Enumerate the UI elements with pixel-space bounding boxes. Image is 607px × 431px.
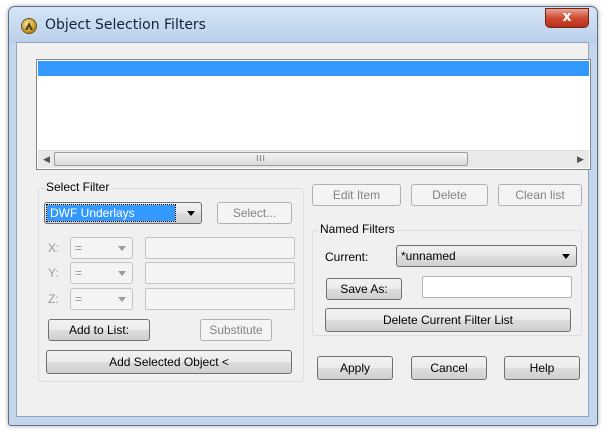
x-operator-value: =	[75, 241, 83, 255]
delete-button[interactable]: Delete	[411, 184, 488, 206]
delete-current-filter-list-button[interactable]: Delete Current Filter List	[325, 308, 571, 332]
current-filter-value: *unnamed	[401, 249, 456, 263]
title-bar[interactable]: Object Selection Filters x	[9, 7, 597, 43]
x-value-field[interactable]	[145, 237, 295, 259]
scroll-thumb-grip: III	[256, 154, 266, 163]
filter-type-dropdown[interactable]: DWF Underlays	[44, 202, 202, 224]
cancel-button[interactable]: Cancel	[411, 356, 487, 380]
save-as-button[interactable]: Save As:	[326, 278, 402, 300]
substitute-label: Substitute	[209, 323, 263, 337]
list-selected-row[interactable]	[38, 61, 589, 76]
substitute-button[interactable]: Substitute	[200, 319, 272, 341]
delete-current-filter-list-label: Delete Current Filter List	[382, 313, 514, 327]
delete-label: Delete	[432, 188, 467, 202]
scroll-left-icon[interactable]: ◀	[38, 151, 55, 168]
scroll-thumb[interactable]: III	[54, 152, 468, 166]
z-operator-value: =	[75, 292, 83, 306]
y-axis-label: Y:	[48, 266, 59, 280]
select-button[interactable]: Select...	[217, 202, 292, 224]
filter-list[interactable]: ◀ III ▶	[36, 59, 591, 170]
z-operator-dropdown[interactable]: =	[70, 288, 133, 310]
y-operator-dropdown[interactable]: =	[70, 262, 133, 284]
y-value-field[interactable]	[145, 262, 295, 284]
z-axis-label: Z:	[48, 292, 59, 306]
add-to-list-label: Add to List:	[68, 323, 130, 337]
chevron-down-icon	[562, 254, 570, 259]
clean-list-button[interactable]: Clean list	[498, 184, 582, 206]
close-button[interactable]: x	[545, 8, 589, 28]
chevron-down-icon	[187, 211, 195, 216]
help-button[interactable]: Help	[504, 356, 580, 380]
help-label: Help	[529, 361, 555, 375]
window-title: Object Selection Filters	[45, 17, 206, 33]
save-as-name-field[interactable]	[422, 276, 572, 298]
edit-item-button[interactable]: Edit Item	[312, 184, 401, 206]
add-to-list-button[interactable]: Add to List:	[48, 319, 150, 341]
named-filters-label: Named Filters	[318, 222, 397, 236]
apply-button[interactable]: Apply	[317, 356, 393, 380]
clean-list-label: Clean list	[515, 188, 565, 202]
chevron-down-icon	[118, 246, 126, 251]
select-filter-label: Select Filter	[44, 180, 112, 194]
apply-label: Apply	[339, 361, 371, 375]
current-filter-dropdown[interactable]: *unnamed	[396, 245, 577, 267]
edit-item-label: Edit Item	[332, 188, 381, 202]
x-axis-label: X:	[48, 241, 60, 255]
scroll-right-icon[interactable]: ▶	[572, 151, 589, 168]
y-operator-value: =	[75, 266, 83, 280]
cancel-label: Cancel	[430, 361, 468, 375]
close-icon: x	[562, 9, 572, 25]
select-button-label: Select...	[232, 206, 277, 220]
x-operator-dropdown[interactable]: =	[70, 237, 133, 259]
current-label: Current:	[325, 250, 369, 264]
autocad-app-icon	[21, 18, 37, 34]
filter-type-value: DWF Underlays	[46, 204, 176, 222]
chevron-down-icon	[118, 297, 126, 302]
z-value-field[interactable]	[145, 288, 295, 310]
add-selected-object-label: Add Selected Object <	[109, 355, 229, 369]
save-as-label: Save As:	[340, 282, 388, 296]
add-selected-object-button[interactable]: Add Selected Object <	[46, 350, 292, 374]
horizontal-scrollbar[interactable]: ◀ III ▶	[38, 150, 589, 168]
chevron-down-icon	[118, 271, 126, 276]
